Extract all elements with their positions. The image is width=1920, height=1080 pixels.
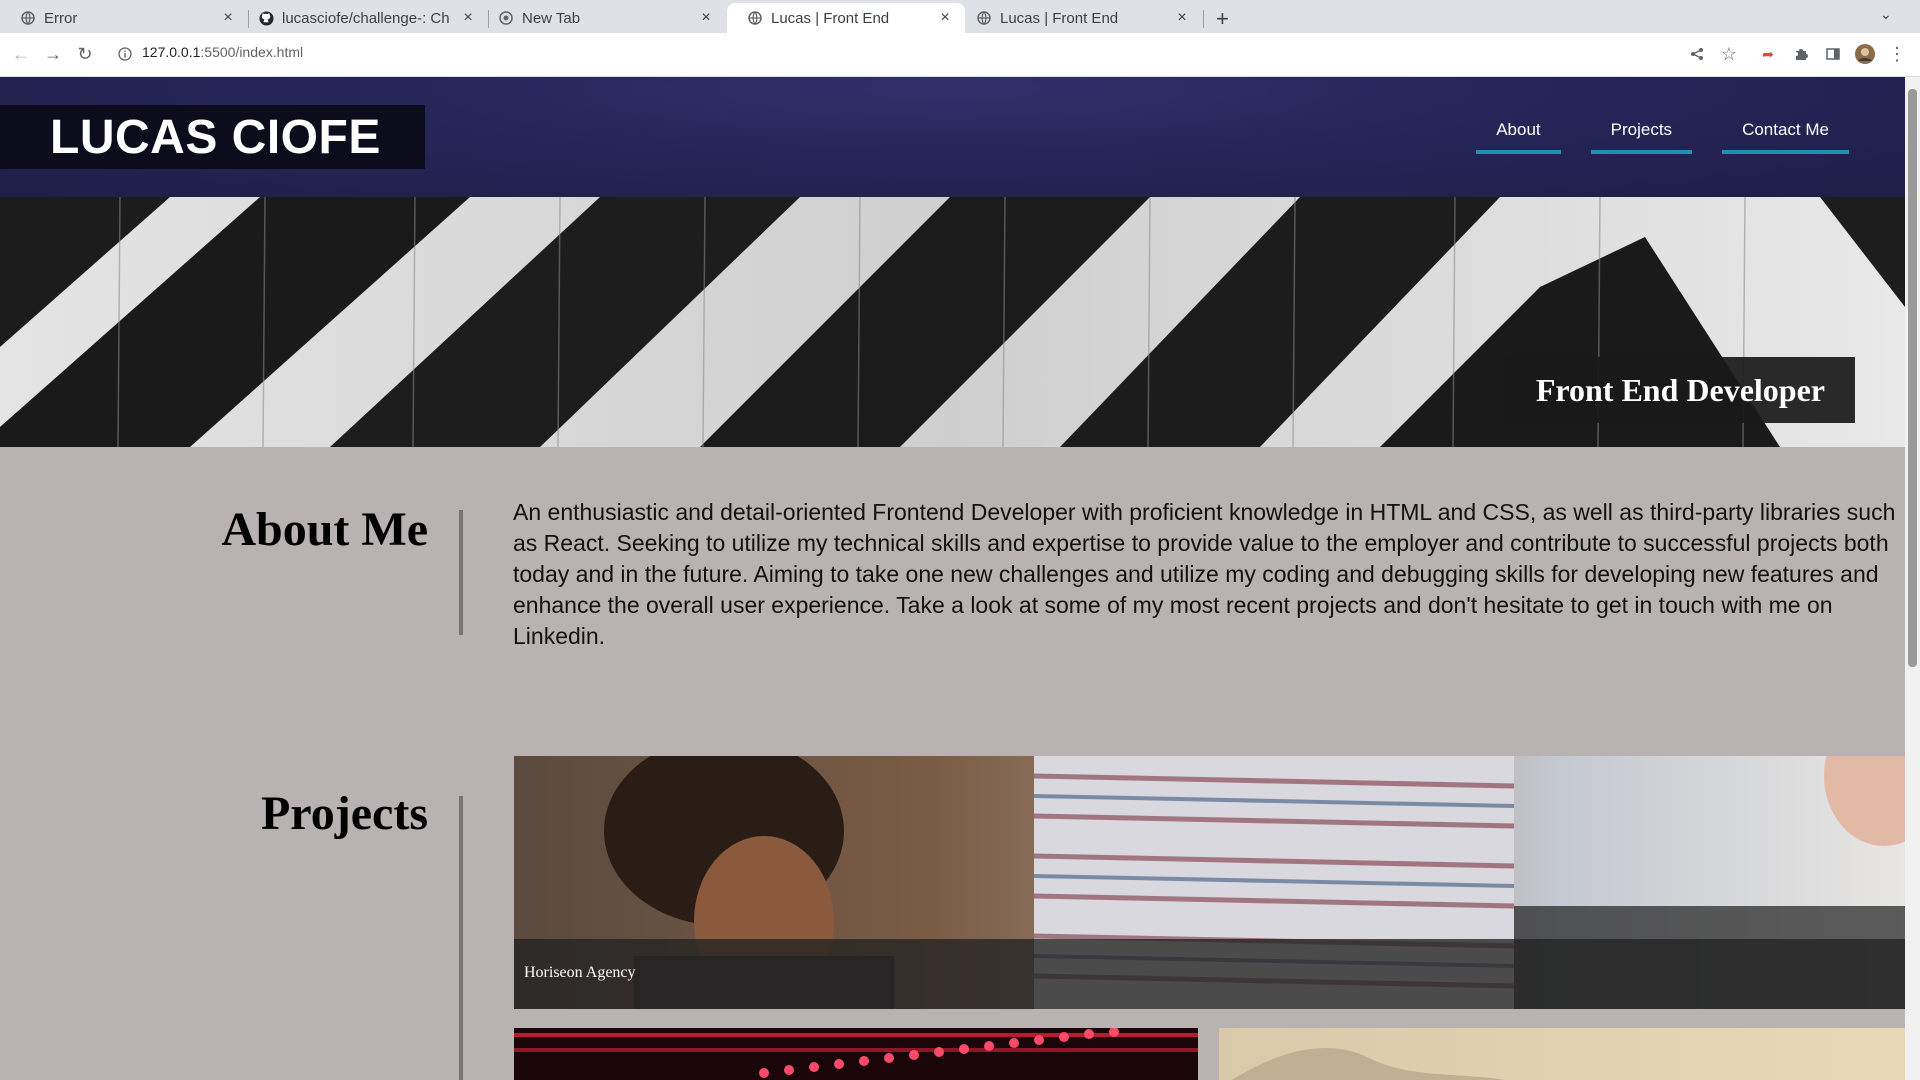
about-paragraph: An enthusiastic and detail-oriented Fron…	[513, 499, 1896, 649]
tab-separator	[248, 10, 249, 28]
share-icon[interactable]	[1686, 43, 1708, 65]
browser-tab-bar: Error × lucasciofe/challenge-: Ch × New …	[0, 0, 1920, 33]
tab-lucas-front-end[interactable]: Lucas | Front End ×	[966, 3, 1202, 33]
close-icon[interactable]: ×	[460, 9, 476, 27]
url-host: 127.0.0.1	[142, 44, 201, 60]
page-scrollbar[interactable]	[1905, 77, 1920, 1080]
tab-title: Lucas | Front End	[1000, 9, 1119, 27]
about-heading: About Me	[221, 503, 428, 556]
close-icon[interactable]: ×	[220, 9, 236, 27]
bookmark-star-icon[interactable]: ☆	[1718, 43, 1740, 65]
project-card-featured[interactable]: Horiseon Agency	[514, 756, 1905, 1009]
url-path: :5500/index.html	[200, 44, 304, 60]
nav-contact-me[interactable]: Contact Me	[1722, 120, 1849, 154]
hero-banner: Front End Developer	[0, 197, 1905, 447]
tab-separator	[1203, 10, 1204, 28]
browser-toolbar: ← → ↻ 127.0.0.1:5500/index.html ☆ ➦ ⋮	[0, 33, 1920, 77]
tab-error[interactable]: Error ×	[0, 3, 248, 33]
project-title: Horiseon Agency	[524, 964, 636, 981]
close-icon[interactable]: ×	[698, 9, 714, 27]
github-icon	[258, 10, 274, 26]
extension-red-icon[interactable]: ➦	[1757, 43, 1779, 65]
projects-divider	[459, 796, 463, 1080]
scrollbar-thumb[interactable]	[1908, 89, 1917, 667]
menu-kebab-icon[interactable]: ⋮	[1886, 43, 1908, 65]
site-logo[interactable]: LUCAS CIOFE	[0, 105, 425, 169]
close-icon[interactable]: ×	[1174, 9, 1190, 27]
tab-title: Lucas | Front End	[771, 9, 890, 27]
info-icon[interactable]	[114, 43, 136, 65]
project-image-red-lights	[514, 1028, 1198, 1080]
project-card-3[interactable]	[1219, 1028, 1905, 1080]
project-card-2[interactable]	[514, 1028, 1198, 1080]
main-nav: About Projects Contact Me	[1446, 120, 1849, 154]
chrome-icon	[498, 10, 514, 26]
close-icon[interactable]: ×	[937, 9, 953, 27]
extensions-puzzle-icon[interactable]	[1790, 43, 1812, 65]
tab-separator	[488, 10, 489, 28]
side-panel-icon[interactable]	[1822, 43, 1844, 65]
new-tab-button[interactable]: +	[1216, 6, 1229, 32]
logo-text: LUCAS CIOFE	[50, 110, 381, 164]
web-page: LUCAS CIOFE About Projects Contact Me Fr…	[0, 77, 1905, 1080]
tab-title: lucasciofe/challenge-: Ch	[282, 9, 450, 27]
address-bar[interactable]: 127.0.0.1:5500/index.html	[142, 44, 303, 60]
globe-icon	[747, 10, 763, 26]
forward-arrow-icon[interactable]: →	[42, 43, 64, 65]
project-image-wave	[1219, 1028, 1905, 1080]
tab-title: New Tab	[522, 9, 581, 27]
project-caption: Horiseon Agency	[514, 939, 1905, 1009]
hero-tagline: Front End Developer	[1505, 357, 1855, 423]
projects-heading: Projects	[260, 787, 428, 840]
reload-icon[interactable]: ↻	[74, 43, 96, 65]
back-arrow-icon[interactable]: ←	[10, 43, 32, 65]
globe-icon	[976, 10, 992, 26]
tab-new-tab[interactable]: New Tab ×	[490, 3, 726, 33]
globe-icon	[20, 10, 36, 26]
nav-about[interactable]: About	[1476, 120, 1561, 154]
avatar[interactable]	[1854, 43, 1876, 65]
tab-title: Error	[44, 9, 78, 27]
nav-projects[interactable]: Projects	[1590, 120, 1693, 154]
tab-search-chevron-icon[interactable]: ⌄	[1880, 6, 1892, 23]
site-header: LUCAS CIOFE About Projects Contact Me	[0, 77, 1905, 197]
tab-github[interactable]: lucasciofe/challenge-: Ch ×	[250, 3, 488, 33]
about-divider	[459, 510, 463, 635]
tab-lucas-front-end-active[interactable]: Lucas | Front End ×	[727, 3, 965, 33]
